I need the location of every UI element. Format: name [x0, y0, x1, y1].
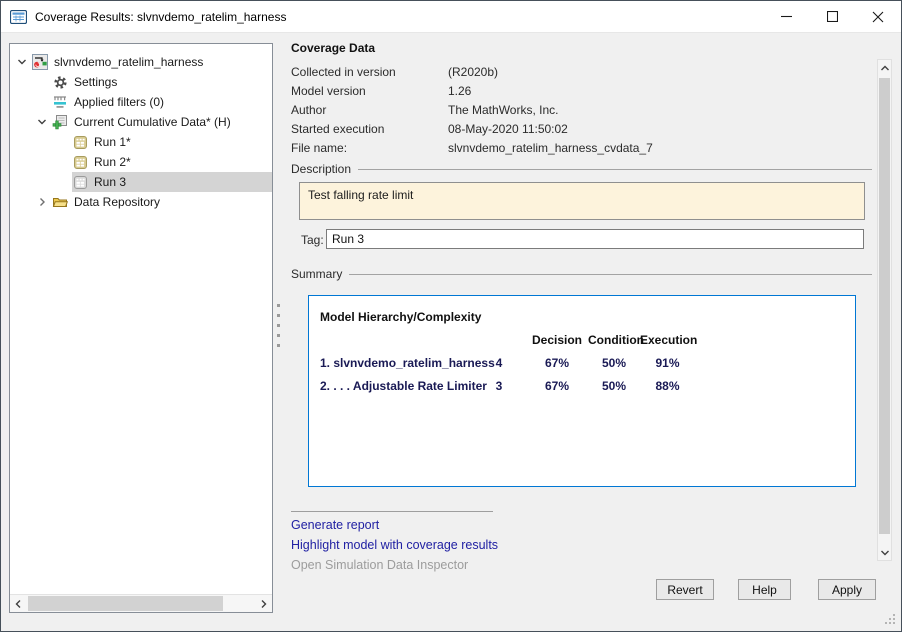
field-value: 1.26 — [448, 84, 653, 98]
highlight-model-link[interactable]: Highlight model with coverage results — [291, 538, 498, 552]
section-divider-line — [349, 274, 872, 275]
column-header-decision: Decision — [526, 333, 588, 347]
table-row-name: 1. slvnvdemo_ratelim_harness — [320, 356, 472, 370]
tree-item-label: slvnvdemo_ratelim_harness — [54, 55, 203, 69]
results-tree: slvnvdemo_ratelim_harness Settings — [10, 44, 272, 212]
right-panel-vertical-scrollbar[interactable] — [877, 59, 892, 561]
apply-button[interactable]: Apply — [818, 579, 876, 600]
summary-section-header: Summary — [291, 267, 872, 281]
links-divider-line — [291, 511, 493, 512]
generate-report-link[interactable]: Generate report — [291, 518, 379, 532]
gear-icon — [52, 74, 68, 90]
coverage-results-icon — [10, 10, 27, 24]
tree-item-run-2[interactable]: Run 2* — [10, 152, 272, 172]
tree-item-run-3[interactable]: Run 3 — [10, 172, 272, 192]
close-button[interactable] — [855, 1, 901, 32]
table-row-complexity: 3 — [472, 379, 526, 393]
table-row-execution: 88% — [640, 379, 695, 393]
field-label: Started execution — [291, 122, 448, 136]
table-row-condition: 50% — [588, 356, 640, 370]
field-label: File name: — [291, 141, 448, 155]
field-value: 08-May-2020 11:50:02 — [448, 122, 653, 136]
tag-label: Tag: — [301, 233, 324, 247]
column-header-condition: Condition — [588, 333, 640, 347]
field-label: Collected in version — [291, 65, 448, 79]
summary-table: Decision Condition Execution 1. slvnvdem… — [320, 328, 695, 397]
table-row-decision: 67% — [526, 379, 588, 393]
tree-item-current-cumulative-data[interactable]: Current Cumulative Data* (H) — [10, 112, 272, 132]
coverage-data-fields: Collected in version (R2020b) Model vers… — [291, 62, 653, 157]
tree-item-label: Current Cumulative Data* (H) — [74, 115, 231, 129]
chevron-down-icon[interactable] — [32, 112, 52, 132]
window-title: Coverage Results: slvnvdemo_ratelim_harn… — [35, 10, 286, 24]
table-row-condition: 50% — [588, 379, 640, 393]
table-row-execution: 91% — [640, 356, 695, 370]
scroll-right-arrow-icon[interactable] — [255, 595, 272, 612]
chevron-down-icon[interactable] — [12, 52, 32, 72]
vertical-scrollbar-thumb[interactable] — [879, 78, 890, 534]
maximize-icon — [827, 11, 838, 22]
summary-table-title: Model Hierarchy/Complexity — [320, 310, 481, 324]
chevron-right-icon[interactable] — [32, 192, 52, 212]
field-label: Author — [291, 103, 448, 117]
scroll-left-arrow-icon[interactable] — [10, 595, 27, 612]
description-section-header: Description — [291, 162, 872, 176]
window-resize-grip[interactable] — [885, 614, 897, 626]
table-row-decision: 67% — [526, 356, 588, 370]
revert-button[interactable]: Revert — [656, 579, 714, 600]
run-icon — [72, 154, 88, 170]
selected-row-highlight: Run 3 — [72, 172, 272, 192]
titlebar: Coverage Results: slvnvdemo_ratelim_harn… — [1, 1, 901, 33]
help-button[interactable]: Help — [738, 579, 791, 600]
summary-label: Summary — [291, 267, 342, 281]
close-icon — [872, 11, 884, 23]
section-divider-line — [358, 169, 872, 170]
field-value: The MathWorks, Inc. — [448, 103, 653, 117]
description-label: Description — [291, 162, 351, 176]
run-icon — [72, 134, 88, 150]
description-textarea[interactable]: Test falling rate limit — [299, 182, 865, 220]
scroll-down-arrow-icon[interactable] — [878, 544, 891, 560]
results-tree-panel: slvnvdemo_ratelim_harness Settings — [9, 43, 273, 613]
tree-item-model[interactable]: slvnvdemo_ratelim_harness — [10, 52, 272, 72]
tree-horizontal-scrollbar[interactable] — [10, 594, 272, 612]
folder-icon — [52, 194, 68, 210]
tag-input[interactable] — [326, 229, 864, 249]
tree-item-label: Data Repository — [74, 195, 160, 209]
tree-item-label: Run 1* — [94, 135, 131, 149]
window-controls — [763, 1, 901, 32]
minimize-button[interactable] — [763, 1, 809, 32]
panel-splitter-handle[interactable] — [277, 304, 280, 347]
column-header-execution: Execution — [640, 333, 695, 347]
coverage-results-window: Coverage Results: slvnvdemo_ratelim_harn… — [0, 0, 902, 632]
tree-item-data-repository[interactable]: Data Repository — [10, 192, 272, 212]
filter-icon — [52, 94, 68, 110]
tree-item-label: Run 2* — [94, 155, 131, 169]
run-icon — [72, 174, 88, 190]
tree-item-applied-filters[interactable]: Applied filters (0) — [10, 92, 272, 112]
field-value: (R2020b) — [448, 65, 653, 79]
scroll-up-arrow-icon[interactable] — [878, 60, 891, 76]
model-icon — [32, 54, 48, 70]
coverage-data-heading: Coverage Data — [291, 41, 375, 55]
tree-item-label: Settings — [74, 75, 117, 89]
maximize-button[interactable] — [809, 1, 855, 32]
open-simulation-data-inspector-link: Open Simulation Data Inspector — [291, 558, 468, 572]
summary-report-box: Model Hierarchy/Complexity Decision Cond… — [308, 295, 856, 487]
table-row-name: 2. . . . Adjustable Rate Limiter — [320, 379, 472, 393]
table-row-complexity: 4 — [472, 356, 526, 370]
cumulative-data-icon — [52, 114, 68, 130]
tree-horizontal-scrollbar-thumb[interactable] — [28, 596, 223, 611]
minimize-icon — [781, 11, 792, 22]
tree-item-label: Run 3 — [94, 175, 126, 189]
tree-item-run-1[interactable]: Run 1* — [10, 132, 272, 152]
tree-item-label: Applied filters (0) — [74, 95, 164, 109]
field-label: Model version — [291, 84, 448, 98]
field-value: slvnvdemo_ratelim_harness_cvdata_7 — [448, 141, 653, 155]
tree-item-settings[interactable]: Settings — [10, 72, 272, 92]
